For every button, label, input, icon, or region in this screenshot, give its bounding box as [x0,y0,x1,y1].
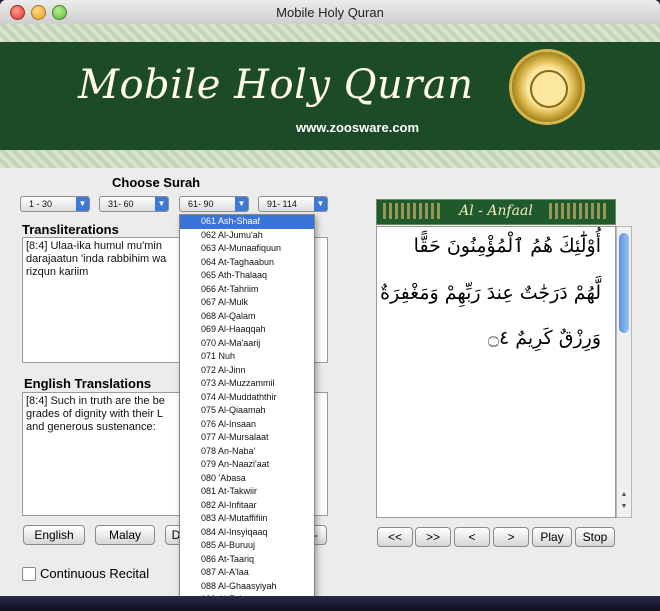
medallion-center [530,70,568,108]
surah-option[interactable]: 087 Al-A'laa [180,566,314,580]
surah-option[interactable]: 074 Al-Muddaththir [180,391,314,405]
surah-option-label: 083 Al-Mutaffifiin [201,513,268,523]
surah-option[interactable]: 088 Al-Ghaasyiyah [180,580,314,594]
surah-option[interactable]: 070 Al-Ma'aarij [180,337,314,351]
surah-option-label: 069 Al-Haaqqah [201,324,266,334]
quran-medallion-logo [512,52,582,122]
surah-option[interactable]: 076 Al-Insaan [180,418,314,432]
surah-option-label: 070 Al-Ma'aarij [201,337,261,348]
surah-option[interactable]: 062 Al-Jumu'ah [180,229,314,243]
surah-range-select-1[interactable]: 1 - 30 ▼ [20,196,90,212]
surah-option-label: 076 Al-Insaan [201,418,257,429]
banner-url: www.zoosware.com [296,120,420,135]
surah-option-label: 062 Al-Jumu'ah [201,229,263,240]
surah-option[interactable]: 083 Al-Mutaffifiin [180,512,314,526]
surah-option[interactable]: 086 At-Taariq [180,553,314,567]
play-button[interactable]: Play [532,527,572,547]
surah-option[interactable]: 081 At-Takwiir [180,485,314,499]
surah-option-label: 065 Ath-Thalaaq [201,270,268,280]
surah-option-label: 063 Al-Munaafiquun [201,243,282,253]
surah-option-label: 085 Al-Buruuj [201,540,256,550]
surah-option-label: 082 Al-Infitaar [201,499,257,510]
surah-option[interactable]: 066 At-Tahriim [180,283,314,297]
surah-dropdown-list[interactable]: 061 Ash-Shaaf 062 Al-Jumu'ah 063 Al-Munaaf… [179,214,315,608]
surah-option[interactable]: 068 Al-Qalam [180,310,314,324]
last-verse-button[interactable]: >> [415,527,451,547]
surah-option-label: 074 Al-Muddaththir [201,391,277,402]
arabic-verse-line: وَرِزْقٌ كَرِيمٌ ۝٤ [487,327,601,349]
surah-option-label: 087 Al-A'laa [201,567,249,577]
surah-option-label: 088 Al-Ghaasyiyah [201,580,277,591]
scrollbar-thumb[interactable] [619,233,629,333]
desktop-background [0,596,660,611]
surah-option-label: 072 Al-Jinn [201,364,246,375]
malay-button[interactable]: Malay [95,525,155,545]
banner-border-bottom [0,150,660,168]
surah-option-label: 061 Ash-Shaaf [201,216,261,226]
surah-option-label: 068 Al-Qalam [201,310,256,321]
arabic-verse-line: لَّهُمْ دَرَجَٰتٌ عِندَ رَبِّهِمْ وَمَغْ… [380,282,601,304]
surah-option-label: 071 Nuh [201,351,236,361]
surah-option[interactable]: 063 Al-Munaafiquun [180,242,314,256]
stop-button[interactable]: Stop [575,527,615,547]
surah-option[interactable]: 073 Al-Muzzammil [180,377,314,391]
english-button[interactable]: English [23,525,85,545]
arabic-panel-scrollbar[interactable]: ▲ ▼ [616,226,632,518]
surah-option[interactable]: 078 An-Naba' [180,445,314,459]
surah-option-label: 084 Al-Insyiqaaq [201,526,268,537]
surah-option-label: 073 Al-Muzzammil [201,378,275,388]
surah-option[interactable]: 080 'Abasa [180,472,314,486]
choose-surah-label: Choose Surah [112,175,201,190]
surah-range-select-4[interactable]: 91- 114 ▼ [258,196,328,212]
surah-option[interactable]: 069 Al-Haaqqah [180,323,314,337]
window-title: Mobile Holy Quran [276,5,384,20]
surah-range-select-2[interactable]: 31- 60 ▼ [99,196,169,212]
surah-option[interactable]: 065 Ath-Thalaaq [180,269,314,283]
transliterations-label: Transliterations [22,222,119,237]
surah-option-label: 064 At-Taghaabun [201,256,275,267]
banner: Mobile Holy Quran www.zoosware.com [0,42,660,150]
surah-option-label: 081 At-Takwiir [201,486,258,496]
surah-option[interactable]: 079 An-Naazi'aat [180,458,314,472]
surah-option[interactable]: 061 Ash-Shaaf [180,215,314,229]
translations-label: English Translations [24,376,152,391]
surah-option-label: 080 'Abasa [201,472,246,483]
surah-title-header: Al - Anfaal [376,199,616,225]
surah-option-label: 086 At-Taariq [201,553,255,564]
surah-option-label: 066 At-Tahriim [201,283,259,294]
continuous-recital-checkbox[interactable] [22,567,36,581]
scroll-up-arrow-icon[interactable]: ▲ [619,491,629,501]
first-verse-button[interactable]: << [377,527,413,547]
banner-title: Mobile Holy Quran [78,62,474,108]
surah-option[interactable]: 064 At-Taghaabun [180,256,314,270]
previous-verse-button[interactable]: < [454,527,490,547]
surah-option[interactable]: 071 Nuh [180,350,314,364]
surah-option-label: 077 Al-Mursalaat [201,432,269,442]
surah-range-select-3[interactable]: 61- 90 ▼ [179,196,249,212]
surah-option[interactable]: 067 Al-Mulk [180,296,314,310]
surah-name: Al - Anfaal [459,203,533,219]
select-arrow-icon: ▼ [155,197,168,211]
select-arrow-icon: ▼ [235,197,248,211]
scroll-down-arrow-icon[interactable]: ▼ [619,503,629,513]
title-bar[interactable]: Mobile Holy Quran [0,0,660,25]
select-arrow-icon: ▼ [314,197,327,211]
arabic-verse-panel[interactable]: أُوْلَٰٓئِكَ هُمُ ٱلْمُؤْمِنُونَ حَقًّا … [376,226,616,518]
surah-option-label: 078 An-Naba' [201,445,256,456]
banner-border-top [0,24,660,42]
surah-option[interactable]: 084 Al-Insyiqaaq [180,526,314,540]
arabic-verse-line: أُوْلَٰٓئِكَ هُمُ ٱلْمُؤْمِنُونَ حَقًّا [413,235,601,257]
surah-option[interactable]: 085 Al-Buruuj [180,539,314,553]
continuous-recital-label: Continuous Recital [40,566,150,581]
surah-option[interactable]: 072 Al-Jinn [180,364,314,378]
surah-option-label: 075 Al-Qiaamah [201,405,266,415]
surah-option-label: 079 An-Naazi'aat [201,459,270,469]
next-verse-button[interactable]: > [493,527,529,547]
surah-option[interactable]: 075 Al-Qiaamah [180,404,314,418]
select-arrow-icon: ▼ [76,197,89,211]
app-window: Mobile Holy Quran Mobile Holy Quran www.… [0,0,660,611]
surah-option-label: 067 Al-Mulk [201,297,249,307]
surah-option[interactable]: 077 Al-Mursalaat [180,431,314,445]
surah-option[interactable]: 082 Al-Infitaar [180,499,314,513]
